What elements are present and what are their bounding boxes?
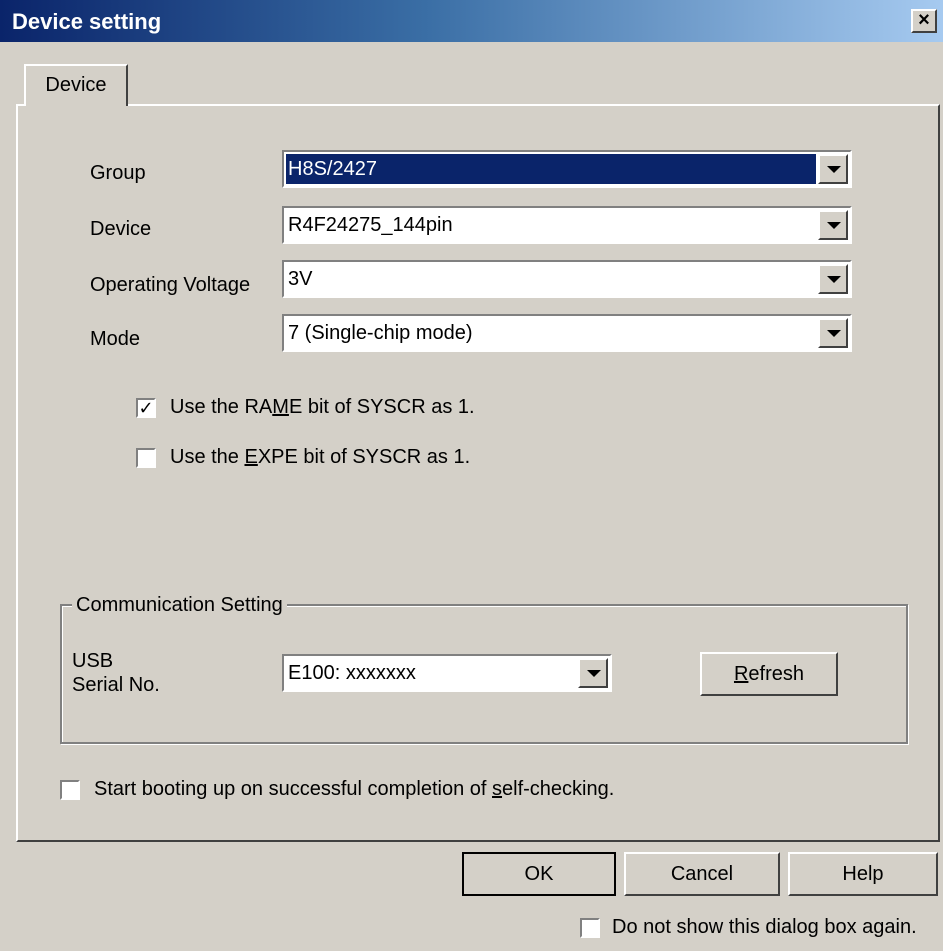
boot-checkbox[interactable] [60, 780, 80, 800]
usb-label: USB [72, 650, 114, 672]
device-value: R4F24275_144pin [288, 214, 453, 236]
voltage-value: 3V [288, 268, 313, 290]
dont-show-label: Do not show this dialog box again. [612, 916, 917, 938]
mode-select[interactable]: 7 (Single-chip mode) [282, 314, 852, 352]
voltage-label: Operating Voltage [90, 274, 251, 296]
group-value: H8S/2427 [286, 154, 816, 184]
device-dropdown-icon[interactable] [818, 210, 848, 240]
serial-select[interactable]: E100: xxxxxxx [282, 654, 612, 692]
close-button[interactable]: × [911, 9, 937, 33]
ok-button[interactable]: OK [462, 852, 616, 896]
group-select[interactable]: H8S/2427 [282, 150, 852, 188]
serial-dropdown-icon[interactable] [578, 658, 608, 688]
group-label: Group [90, 162, 146, 184]
tab-device-label: Device [45, 74, 107, 96]
group-dropdown-icon[interactable] [818, 154, 848, 184]
rame-label: Use the RAME bit of SYSCR as 1. [170, 396, 475, 418]
serial-no-label: Serial No. [72, 674, 160, 696]
tab-device[interactable]: Device [24, 64, 128, 106]
serial-value: E100: xxxxxxx [288, 662, 416, 684]
window-title: Device setting [12, 9, 162, 34]
mode-value: 7 (Single-chip mode) [288, 322, 473, 344]
close-icon: × [918, 9, 930, 31]
expe-label: Use the EXPE bit of SYSCR as 1. [170, 446, 471, 468]
rame-checkbox[interactable]: ✓ [136, 398, 156, 418]
dont-show-checkbox[interactable] [580, 918, 600, 938]
device-label: Device [90, 218, 152, 240]
cancel-button[interactable]: Cancel [624, 852, 780, 896]
title-bar[interactable]: Device setting × [0, 0, 943, 42]
communication-title: Communication Setting [72, 594, 287, 617]
checkmark-icon: ✓ [138, 398, 154, 418]
device-select[interactable]: R4F24275_144pin [282, 206, 852, 244]
refresh-button[interactable]: Refresh [700, 652, 838, 696]
expe-checkbox[interactable] [136, 448, 156, 468]
mode-dropdown-icon[interactable] [818, 318, 848, 348]
voltage-select[interactable]: 3V [282, 260, 852, 298]
voltage-dropdown-icon[interactable] [818, 264, 848, 294]
boot-label: Start booting up on successful completio… [94, 778, 615, 800]
mode-label: Mode [90, 328, 141, 350]
help-button[interactable]: Help [788, 852, 938, 896]
